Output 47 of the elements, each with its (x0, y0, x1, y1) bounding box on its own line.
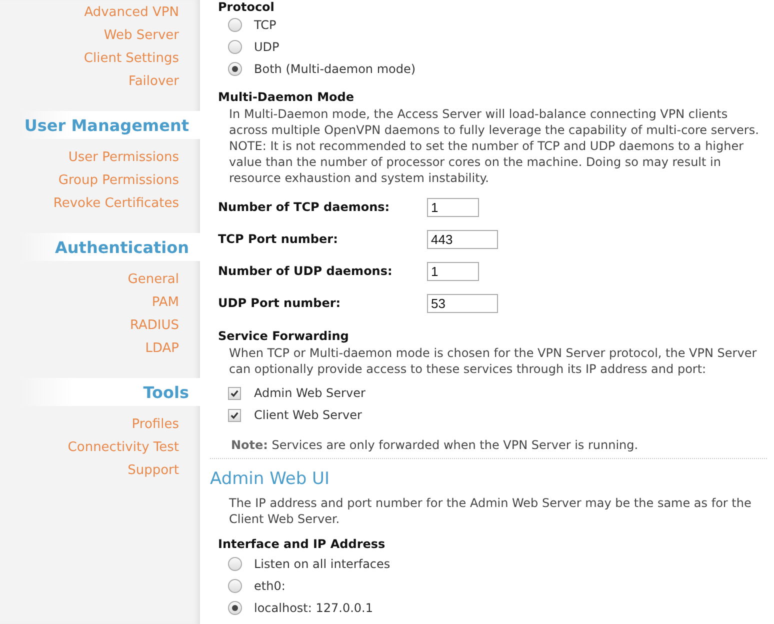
section-heading: Interface and IP Address (218, 536, 386, 553)
sidebar-link[interactable]: Advanced VPN (84, 1, 200, 24)
input-field[interactable]: 443 (427, 230, 498, 248)
section-heading: Multi-Daemon Mode (218, 89, 356, 106)
description-text: The IP address and port number for the Admin Web Server may be the same as for the Client Web Server. (229, 495, 752, 527)
input-field[interactable]: 53 (427, 294, 498, 312)
radio-button[interactable] (228, 579, 242, 593)
checkbox[interactable] (228, 386, 241, 400)
sidebar-link[interactable]: RADIUS (130, 314, 200, 337)
option-label: Client Web Server (254, 408, 362, 422)
sidebar-link[interactable]: Revoke Certificates (53, 192, 200, 215)
radio-button[interactable] (228, 601, 242, 615)
section-heading: Protocol (218, 0, 276, 14)
description-text: When TCP or Multi-daemon mode is chosen for the VPN Server protocol, the VPN Server can optionally provide access to these services through its IP address and port: (229, 345, 758, 377)
sidebar-link[interactable]: Group Permissions (58, 169, 200, 192)
option-label: Both (Multi-daemon mode) (254, 62, 416, 76)
note-text: Note: Services are only forwarded when the VPN Server is running. (231, 438, 640, 452)
input-field[interactable]: 1 (427, 198, 479, 216)
sidebar-link[interactable]: General (128, 268, 200, 291)
description-text: In Multi-Daemon mode, the Access Server will load-balance connecting VPN clients across multiple OpenVPN daemons to fully leverage the capability of multi-core servers. NOTE: It is not recommended to set the number of TCP and UDP daemons to a higher value than the number of processor cores on the machine. Doing so may result in resource exhaustion and system instability. (229, 106, 760, 186)
sidebar-link[interactable]: Web Server (104, 24, 200, 47)
radio-button[interactable] (228, 62, 242, 76)
section-title: Admin Web UI (210, 469, 331, 489)
radio-button[interactable] (228, 40, 242, 54)
option-label: eth0: (254, 579, 286, 593)
section-heading: Service Forwarding (218, 328, 350, 345)
field-label: UDP Port number: (218, 296, 342, 310)
option-label: TCP (254, 18, 276, 32)
sidebar-link[interactable]: Client Settings (84, 47, 200, 70)
sidebar-link[interactable]: PAM (152, 291, 200, 314)
sidebar-link[interactable]: LDAP (145, 337, 200, 360)
radio-button[interactable] (228, 557, 242, 571)
sidebar-link[interactable]: User Permissions (68, 146, 200, 169)
option-label: Admin Web Server (254, 386, 366, 400)
sidebar-link[interactable]: Failover (128, 70, 200, 93)
option-label: Listen on all interfaces (254, 557, 390, 571)
option-label: localhost: 127.0.0.1 (254, 601, 373, 615)
field-label: Number of TCP daemons: (218, 200, 391, 214)
sidebar-link[interactable]: Support (128, 459, 200, 482)
sidebar-link[interactable]: Connectivity Test (68, 436, 200, 459)
field-label: TCP Port number: (218, 232, 339, 246)
field-label: Number of UDP daemons: (218, 264, 394, 278)
option-label: UDP (254, 40, 280, 54)
checkbox[interactable] (228, 408, 241, 422)
radio-button[interactable] (228, 18, 242, 32)
input-field[interactable]: 1 (427, 262, 479, 280)
sidebar-link[interactable]: Profiles (132, 413, 200, 436)
